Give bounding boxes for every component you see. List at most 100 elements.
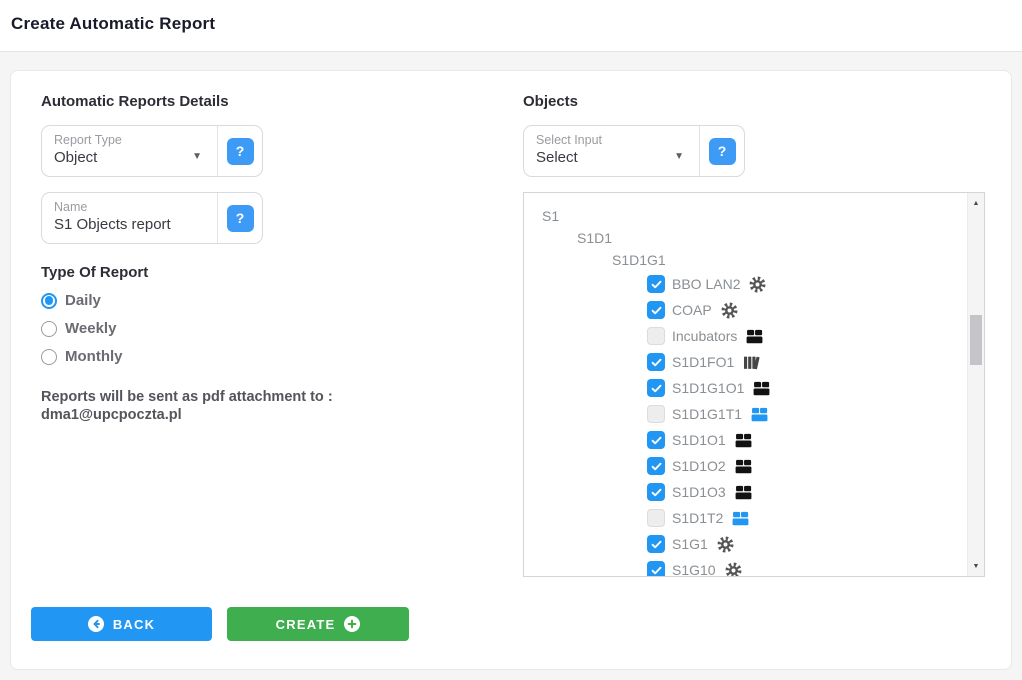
tree-checkbox[interactable] <box>647 457 665 475</box>
select-input-select[interactable]: Select Input Select ▼ <box>524 126 699 176</box>
name-help-button[interactable]: ? <box>227 205 254 232</box>
scrollbar-thumb[interactable] <box>970 315 982 365</box>
books-icon <box>741 352 762 373</box>
report-type-label: Report Type <box>54 133 217 147</box>
tree-item-label: S1D1O2 <box>672 458 726 474</box>
tree-item-label: S1D1O3 <box>672 484 726 500</box>
tree-checkbox[interactable] <box>647 405 665 423</box>
radio-monthly[interactable]: Monthly <box>41 348 491 365</box>
tree-item-row[interactable]: S1D1G1T1 <box>524 401 966 427</box>
tree-item-label: Incubators <box>672 328 737 344</box>
tree-item-row[interactable]: S1D1T2 <box>524 505 966 531</box>
radio-monthly-circle-icon[interactable] <box>41 349 57 365</box>
tree-item-row[interactable]: S1D1O1 <box>524 427 966 453</box>
gear-icon <box>747 274 768 295</box>
radio-weekly[interactable]: Weekly <box>41 320 491 337</box>
name-select-box: Name S1 Objects report ? <box>41 192 263 244</box>
tree-item-label: S1D1FO1 <box>672 354 734 370</box>
chevron-down-icon: ▼ <box>674 151 684 162</box>
box-black-icon <box>733 482 754 503</box>
details-section: Automatic Reports Details Report Type Ob… <box>41 93 491 424</box>
tree-checkbox[interactable] <box>647 379 665 397</box>
tree-group-row[interactable]: S1D1 <box>524 227 966 249</box>
scrollbar-down-icon[interactable]: ▼ <box>968 558 984 574</box>
report-type-select-box: Report Type Object ▼ ? <box>41 125 263 177</box>
tree-item-row[interactable]: BBO LAN2 <box>524 271 966 297</box>
radio-daily-circle-icon[interactable] <box>41 293 57 309</box>
tree-item-row[interactable]: S1G10 <box>524 557 966 577</box>
radio-daily-label: Daily <box>65 292 101 309</box>
name-help-area: ? <box>217 193 262 243</box>
tree-group-row[interactable]: S1 <box>524 205 966 227</box>
tree-checkbox[interactable] <box>647 535 665 553</box>
report-type-help-button[interactable]: ? <box>227 138 254 165</box>
select-input-help-area: ? <box>699 126 744 176</box>
tree-item-label: S1D1G1T1 <box>672 406 742 422</box>
tree-item-label: S1D1O1 <box>672 432 726 448</box>
tree-checkbox[interactable] <box>647 327 665 345</box>
radio-daily[interactable]: Daily <box>41 292 491 309</box>
tree-checkbox[interactable] <box>647 561 665 577</box>
box-blue-icon <box>749 404 770 425</box>
create-button[interactable]: CREATE <box>227 607 409 641</box>
action-buttons: BACK CREATE <box>31 607 409 641</box>
pdf-note-line1: Reports will be sent as pdf attachment t… <box>41 389 333 405</box>
tree-item-label: COAP <box>672 302 712 318</box>
select-input-help-button[interactable]: ? <box>709 138 736 165</box>
report-type-select[interactable]: Report Type Object ▼ <box>42 126 217 176</box>
pdf-note-email: dma1@upcpoczta.pl <box>41 407 182 423</box>
create-report-card: Automatic Reports Details Report Type Ob… <box>10 70 1012 670</box>
objects-heading: Objects <box>523 93 985 110</box>
pdf-note: Reports will be sent as pdf attachment t… <box>41 389 491 424</box>
select-input-label: Select Input <box>536 133 699 147</box>
tree-item-label: S1G1 <box>672 536 708 552</box>
back-button[interactable]: BACK <box>31 607 212 641</box>
scrollbar-up-icon[interactable]: ▲ <box>968 195 984 211</box>
name-field[interactable]: Name S1 Objects report <box>42 193 217 243</box>
back-button-label: BACK <box>113 617 155 632</box>
tree-checkbox[interactable] <box>647 301 665 319</box>
tree-item-label: S1D1G1 <box>612 252 666 268</box>
details-heading: Automatic Reports Details <box>41 93 491 110</box>
tree-item-row[interactable]: S1D1G1O1 <box>524 375 966 401</box>
select-input-box: Select Input Select ▼ ? <box>523 125 745 177</box>
tree-item-label: S1D1G1O1 <box>672 380 744 396</box>
box-black-icon <box>751 378 772 399</box>
tree-checkbox[interactable] <box>647 483 665 501</box>
report-type-help-area: ? <box>217 126 262 176</box>
page-header: Create Automatic Report <box>0 0 1022 52</box>
objects-tree-panel: S1 S1D1S1D1G1 BBO LAN2 COAP Incubators S1… <box>523 192 985 577</box>
tree-item-row[interactable]: S1D1FO1 <box>524 349 966 375</box>
tree-item-row[interactable]: COAP <box>524 297 966 323</box>
tree-item-label: S1D1 <box>577 230 612 246</box>
chevron-down-icon: ▼ <box>192 151 202 162</box>
page-title: Create Automatic Report <box>0 0 1022 34</box>
tree-item-label: BBO LAN2 <box>672 276 740 292</box>
box-blue-icon <box>730 508 751 529</box>
box-black-icon <box>733 430 754 451</box>
create-button-label: CREATE <box>276 617 336 632</box>
plus-circle-icon <box>344 616 360 632</box>
radio-monthly-label: Monthly <box>65 348 123 365</box>
objects-section: Objects Select Input Select ▼ ? S1S1D1S1… <box>523 93 985 577</box>
name-value: S1 Objects report <box>54 216 217 233</box>
box-black-icon <box>733 456 754 477</box>
tree-checkbox[interactable] <box>647 431 665 449</box>
radio-weekly-label: Weekly <box>65 320 116 337</box>
tree-checkbox[interactable] <box>647 353 665 371</box>
scrollbar[interactable]: ▲ ▼ <box>967 193 984 576</box>
tree-item-label: S1G10 <box>672 562 716 577</box>
box-black-icon <box>744 326 765 347</box>
tree-item-row[interactable]: S1G1 <box>524 531 966 557</box>
tree-checkbox[interactable] <box>647 275 665 293</box>
radio-weekly-circle-icon[interactable] <box>41 321 57 337</box>
arrow-left-circle-icon <box>88 616 104 632</box>
type-of-report-heading: Type Of Report <box>41 264 491 281</box>
tree-item-row[interactable]: S1D1O2 <box>524 453 966 479</box>
gear-icon <box>715 534 736 555</box>
tree-item-row[interactable]: S1D1O3 <box>524 479 966 505</box>
tree-group-row[interactable]: S1D1G1 <box>524 249 966 271</box>
tree-item-row[interactable]: Incubators <box>524 323 966 349</box>
tree-checkbox[interactable] <box>647 509 665 527</box>
gear-icon <box>723 560 744 578</box>
